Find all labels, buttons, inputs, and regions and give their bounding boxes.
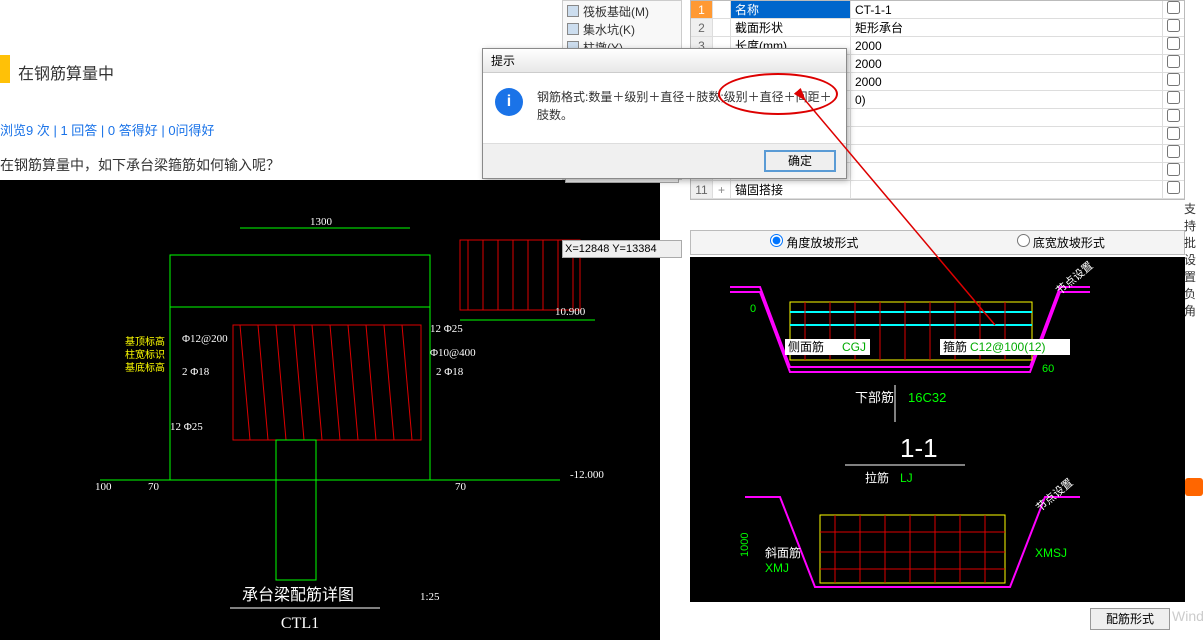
cad-drawing-left: 1300 10.900 Φ12@200 2 Φ18 12 Φ25 12 Φ25 … [0, 180, 660, 640]
svg-text:侧面筋: 侧面筋 [788, 339, 824, 354]
tree-item[interactable]: 筏板基础(M) [565, 3, 679, 21]
side-tab-icon[interactable] [1185, 478, 1203, 496]
svg-text:70: 70 [148, 481, 160, 493]
svg-text:1000: 1000 [739, 533, 751, 557]
svg-text:Φ10@400: Φ10@400 [430, 347, 476, 359]
question-text: 在钢筋算量中，如下承台梁箍筋如何输入呢？ [0, 155, 280, 175]
property-checkbox[interactable] [1162, 127, 1184, 144]
property-checkbox[interactable] [1162, 109, 1184, 126]
property-value[interactable]: 矩形承台 [851, 19, 1162, 36]
dialog-title: 提示 [483, 49, 846, 73]
info-icon: i [495, 88, 523, 116]
tree-icon [567, 5, 579, 17]
expand-icon[interactable]: + [713, 181, 731, 198]
property-value[interactable] [851, 163, 1162, 180]
svg-text:70: 70 [455, 481, 467, 493]
ok-button[interactable]: 确定 [764, 150, 836, 172]
property-value[interactable]: 0) [851, 91, 1162, 108]
svg-text:承台梁配筋详图: 承台梁配筋详图 [242, 586, 354, 604]
property-checkbox[interactable] [1162, 73, 1184, 90]
svg-text:基底标高: 基底标高 [125, 361, 165, 374]
svg-text:LJ: LJ [900, 471, 913, 485]
svg-text:12 Φ25: 12 Φ25 [170, 421, 203, 433]
svg-text:CTL1: CTL1 [281, 615, 319, 632]
property-label: 名称 [731, 1, 851, 18]
svg-text:1:25: 1:25 [420, 591, 440, 603]
svg-text:60: 60 [1042, 363, 1054, 375]
grid-row[interactable]: 2 截面形状矩形承台 [691, 19, 1184, 37]
svg-text:100: 100 [95, 481, 112, 493]
property-checkbox[interactable] [1162, 163, 1184, 180]
expand-icon[interactable] [713, 1, 731, 18]
property-checkbox[interactable] [1162, 145, 1184, 162]
property-value[interactable]: CT-1-1 [851, 1, 1162, 18]
dialog-message: 钢筋格式:数量＋级别＋直径＋肢数;级别＋直径＋间距＋肢数。 [537, 88, 834, 135]
svg-text:XMJ: XMJ [765, 561, 789, 575]
cad-drawing-right: 侧面筋 CGJ 箍筋 C12@100(12) 60 节点设置 下部筋 16C32… [690, 257, 1185, 602]
svg-text:拉筋: 拉筋 [865, 470, 889, 485]
property-value[interactable] [851, 109, 1162, 126]
property-value[interactable]: 2000 [851, 55, 1162, 72]
property-checkbox[interactable] [1162, 19, 1184, 36]
svg-text:-12.000: -12.000 [570, 469, 604, 481]
svg-text:节点设置: 节点设置 [1034, 476, 1076, 514]
row-number: 1 [691, 1, 713, 18]
side-help-text: 支持批设置负角 [1184, 200, 1204, 319]
expand-icon[interactable] [713, 19, 731, 36]
svg-text:斜面筋: 斜面筋 [765, 545, 801, 560]
property-label: 截面形状 [731, 19, 851, 36]
svg-text:CGJ: CGJ [842, 340, 866, 354]
svg-text:12 Φ25: 12 Φ25 [430, 323, 463, 335]
coordinates-readout: X=12848 Y=13384 [562, 240, 682, 258]
property-label: 锚固搭接 [731, 181, 851, 198]
property-checkbox[interactable] [1162, 91, 1184, 108]
width-slope-radio[interactable]: 底宽放坡形式 [1017, 234, 1105, 251]
row-number: 2 [691, 19, 713, 36]
property-value[interactable] [851, 127, 1162, 144]
slope-mode-bar: 角度放坡形式 底宽放坡形式 [690, 230, 1185, 255]
row-number: 11 [691, 181, 713, 198]
property-value[interactable]: 2000 [851, 73, 1162, 90]
svg-text:基顶标高: 基顶标高 [125, 335, 165, 348]
svg-text:16C32: 16C32 [908, 390, 946, 405]
property-value[interactable] [851, 145, 1162, 162]
svg-text:1300: 1300 [310, 216, 333, 228]
property-value[interactable]: 2000 [851, 37, 1162, 54]
property-value[interactable] [851, 181, 1162, 198]
svg-text:1-1: 1-1 [900, 433, 938, 463]
property-checkbox[interactable] [1162, 1, 1184, 18]
grid-row[interactable]: 1 名称CT-1-1 [691, 1, 1184, 19]
svg-text:0: 0 [750, 303, 756, 315]
svg-text:2 Φ18: 2 Φ18 [182, 366, 210, 378]
svg-text:下部筋: 下部筋 [855, 390, 894, 405]
grid-row[interactable]: 11+锚固搭接 [691, 181, 1184, 199]
property-checkbox[interactable] [1162, 181, 1184, 198]
svg-text:Φ12@200: Φ12@200 [182, 333, 228, 345]
svg-text:柱宽标识: 柱宽标识 [125, 348, 165, 361]
page-title: 在钢筋算量中 [18, 60, 114, 84]
svg-text:XMSJ: XMSJ [1035, 546, 1067, 560]
angle-slope-radio[interactable]: 角度放坡形式 [770, 234, 858, 251]
property-checkbox[interactable] [1162, 55, 1184, 72]
stats-line[interactable]: 浏览9 次 | 1 回答 | 0 答得好 | 0问得好 [0, 120, 217, 139]
svg-text:C12@100(12): C12@100(12) [970, 340, 1046, 354]
tree-item[interactable]: 集水坑(K) [565, 21, 679, 39]
info-dialog: 提示 i 钢筋格式:数量＋级别＋直径＋肢数;级别＋直径＋间距＋肢数。 确定 [482, 48, 847, 179]
svg-text:箍筋: 箍筋 [943, 339, 967, 354]
svg-text:2 Φ18: 2 Φ18 [436, 366, 464, 378]
tree-icon [567, 23, 579, 35]
watermark-text: Wind [1172, 608, 1204, 624]
svg-text:10.900: 10.900 [555, 306, 586, 318]
rebar-form-button[interactable]: 配筋形式 [1090, 608, 1170, 630]
accent-bar [0, 55, 10, 83]
property-checkbox[interactable] [1162, 37, 1184, 54]
